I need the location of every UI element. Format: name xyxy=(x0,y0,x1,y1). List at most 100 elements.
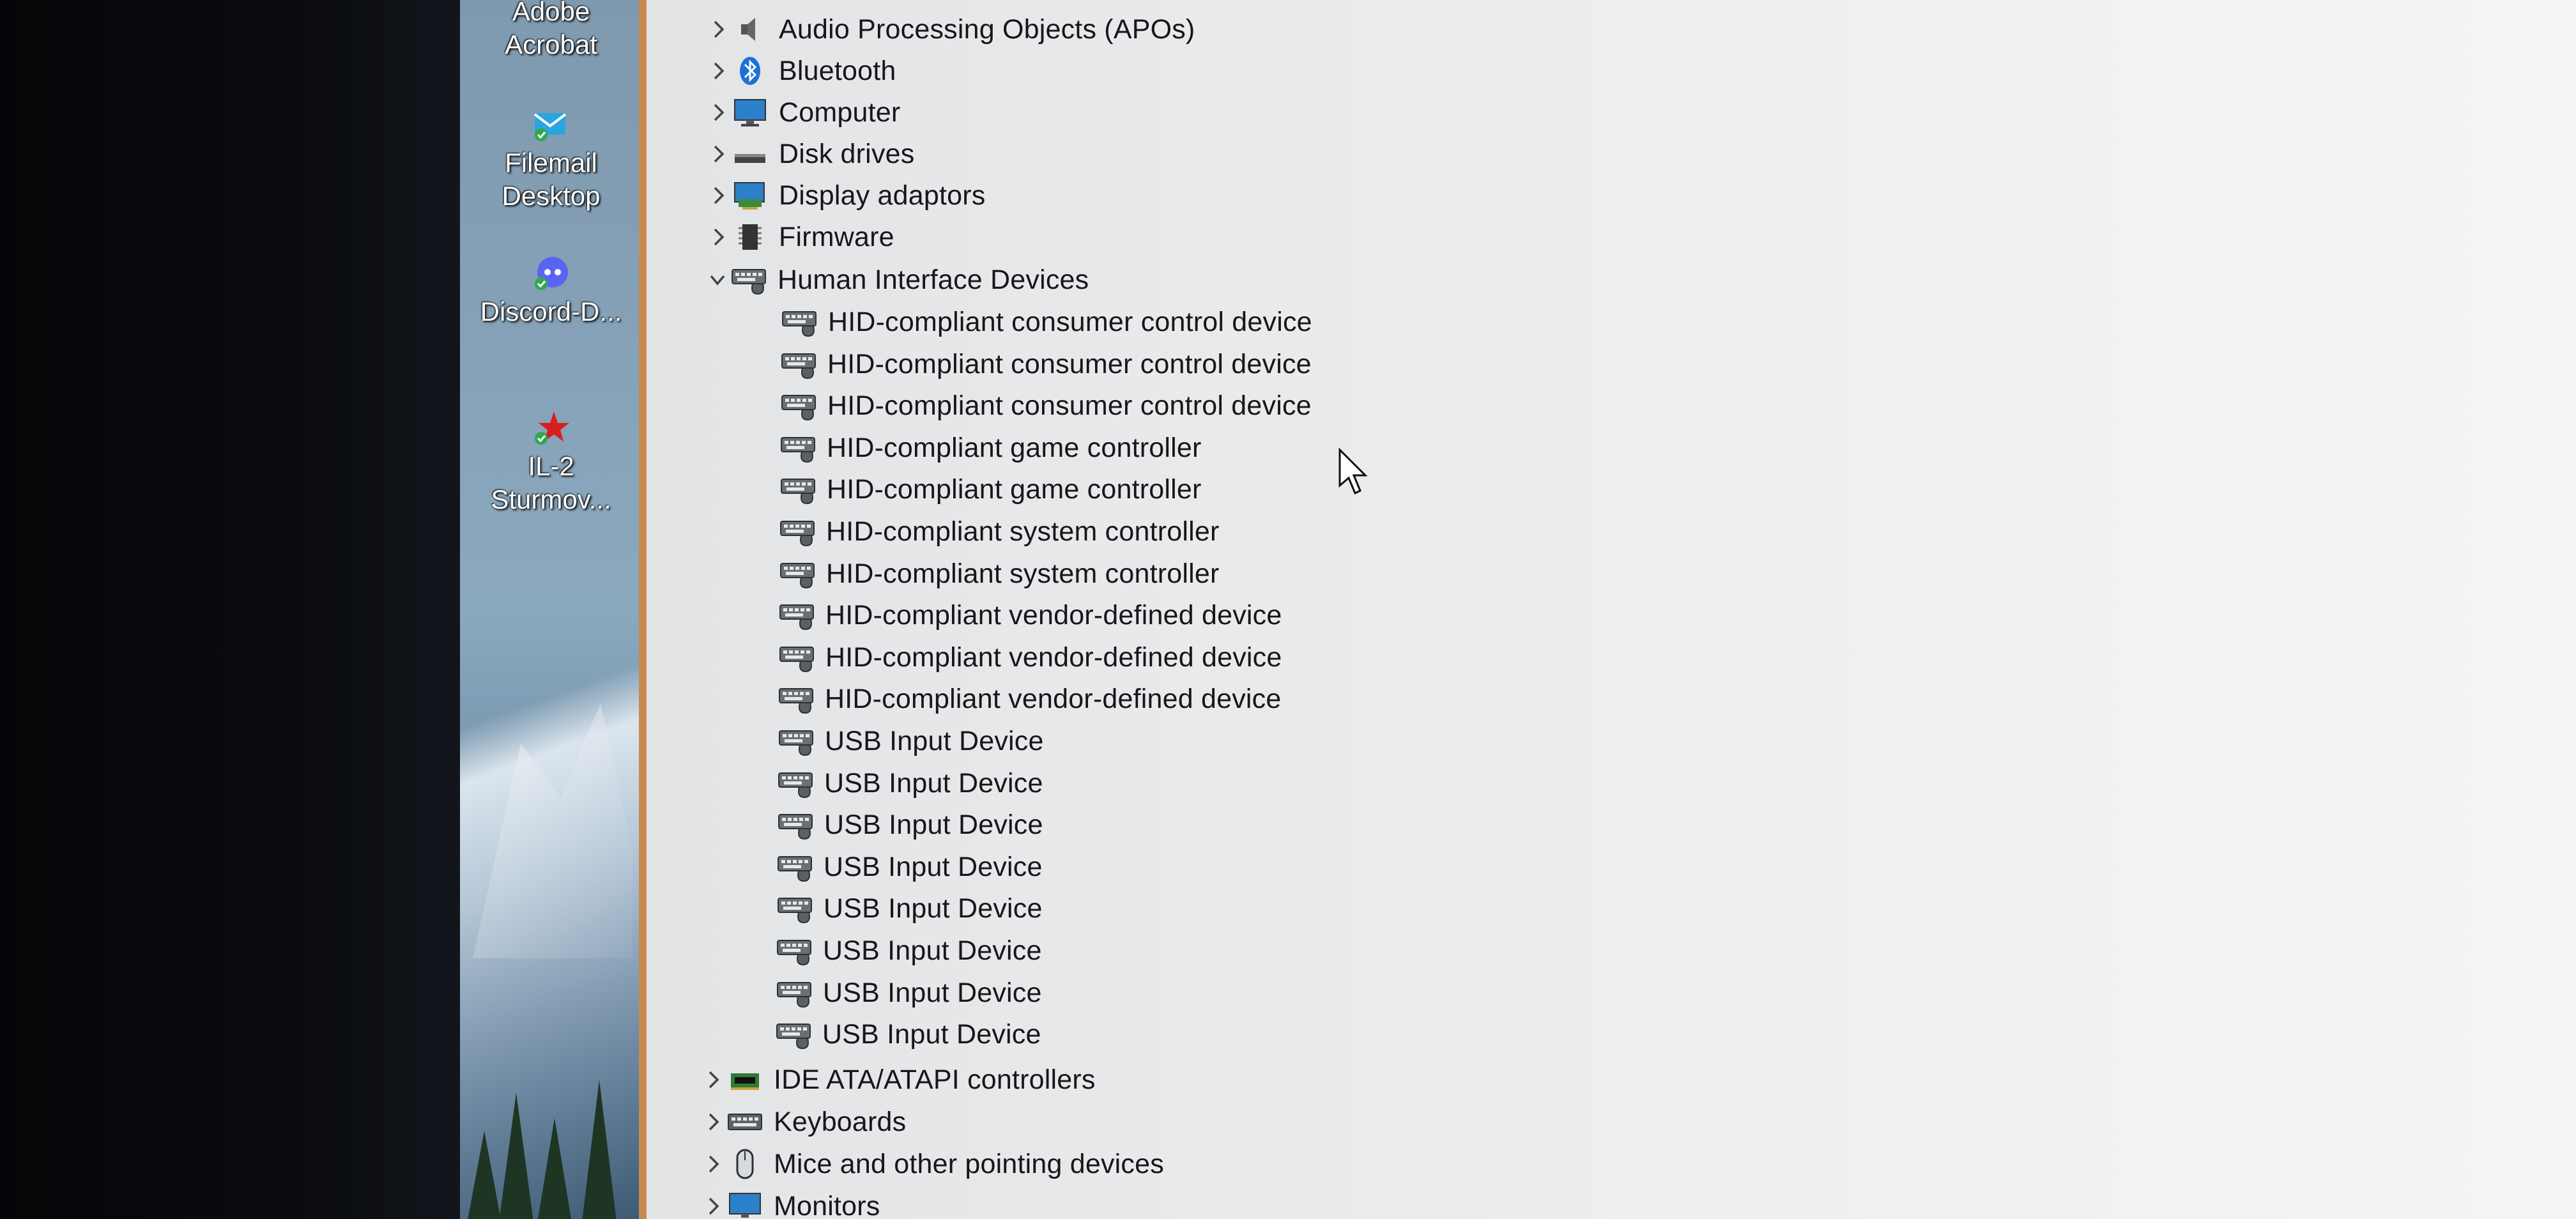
tree-item-label: Mice and other pointing devices xyxy=(774,1148,1164,1179)
hid-device-item[interactable]: USB Input Device xyxy=(776,848,1043,886)
tree-category-disk-drives[interactable]: Disk drives xyxy=(706,135,914,173)
hid-device-item[interactable]: HID-compliant consumer control device xyxy=(780,387,1312,425)
hid-device-item[interactable]: HID-compliant game controller xyxy=(779,429,1202,467)
screen-bezel xyxy=(0,0,460,1219)
hid-device-label: HID-compliant system controller xyxy=(826,558,1220,589)
hid-device-item[interactable]: USB Input Device xyxy=(776,974,1042,1012)
hid-device-item[interactable]: HID-compliant consumer control device xyxy=(780,345,1312,383)
chevron-right-icon[interactable] xyxy=(706,218,732,256)
hid-device-icon xyxy=(776,976,813,1009)
tree-category-computer[interactable]: Computer xyxy=(706,93,900,132)
hid-device-label: USB Input Device xyxy=(822,1018,1041,1050)
desktop-icon-label: Sturmov... xyxy=(491,484,611,514)
hid-device-label: USB Input Device xyxy=(823,935,1042,966)
mouse-cursor-icon xyxy=(1337,447,1369,498)
disk-drive-icon xyxy=(732,137,769,171)
chevron-right-icon[interactable] xyxy=(706,10,732,49)
tree-item-label: Display adaptors xyxy=(779,180,986,211)
desktop-icon-discord[interactable]: Discord-D... xyxy=(460,254,642,328)
device-manager-tree: Audio Processing Objects (APOs) Bluetoot… xyxy=(647,0,2576,1219)
tree-item-label: Keyboards xyxy=(774,1106,907,1137)
hid-device-label: USB Input Device xyxy=(824,809,1043,840)
tree-item-label: Bluetooth xyxy=(779,55,896,86)
monitor-icon xyxy=(732,96,769,129)
hid-device-icon xyxy=(779,431,816,464)
desktop-icon-adobe-acrobat[interactable]: Adobe Acrobat xyxy=(460,0,642,61)
hid-device-label: HID-compliant game controller xyxy=(827,473,1202,505)
hid-device-label: HID-compliant consumer control device xyxy=(828,306,1312,337)
chevron-right-icon[interactable] xyxy=(701,1145,726,1183)
hid-device-item[interactable]: HID-compliant system controller xyxy=(779,512,1220,551)
tree-category-bluetooth[interactable]: Bluetooth xyxy=(706,52,896,90)
hid-device-item[interactable]: HID-compliant system controller xyxy=(779,555,1220,593)
tree-category-monitors[interactable]: Monitors xyxy=(701,1187,880,1219)
hid-device-label: HID-compliant consumer control device xyxy=(827,348,1312,379)
desktop-icon-label: Filemail xyxy=(505,148,597,178)
hid-device-item[interactable]: HID-compliant vendor-defined device xyxy=(778,638,1282,677)
hid-device-label: HID-compliant consumer control device xyxy=(827,390,1312,421)
hid-device-icon xyxy=(778,641,815,674)
tree-category-firmware[interactable]: Firmware xyxy=(706,218,894,256)
tree-category-keyboards[interactable]: Keyboards xyxy=(701,1103,906,1141)
hid-device-icon xyxy=(776,850,813,884)
window-border xyxy=(639,0,647,1219)
tree-category-ide-ata-atapi-controllers[interactable]: IDE ATA/ATAPI controllers xyxy=(701,1061,1096,1099)
hid-device-label: USB Input Device xyxy=(823,977,1042,1008)
chevron-right-icon[interactable] xyxy=(701,1103,726,1141)
desktop-icon-label: Adobe xyxy=(512,0,590,26)
hid-device-icon xyxy=(779,473,816,506)
hid-device-item[interactable]: USB Input Device xyxy=(777,806,1043,844)
hid-device-icon xyxy=(780,348,817,381)
tree-category-display-adaptors[interactable]: Display adaptors xyxy=(706,176,985,215)
hid-device-label: USB Input Device xyxy=(824,851,1043,882)
hid-device-label: USB Input Device xyxy=(825,725,1044,756)
tree-item-label: Human Interface Devices xyxy=(778,264,1089,295)
hid-device-item[interactable]: USB Input Device xyxy=(777,764,1043,802)
tree-item-label: IDE ATA/ATAPI controllers xyxy=(774,1064,1096,1095)
red-star-icon xyxy=(532,409,571,447)
hid-device-label: USB Input Device xyxy=(824,767,1043,799)
hid-device-icon xyxy=(777,808,814,841)
tree-item-label: Monitors xyxy=(774,1190,880,1219)
tree-item-label: Disk drives xyxy=(779,138,915,169)
hid-device-item[interactable]: HID-compliant vendor-defined device xyxy=(778,680,1281,718)
desktop-icon-label: IL-2 xyxy=(528,451,574,481)
hid-device-label: HID-compliant system controller xyxy=(826,516,1220,547)
chevron-right-icon[interactable] xyxy=(706,176,732,215)
hid-device-icon xyxy=(781,305,818,339)
desktop-icon-il2-sturmovik[interactable]: IL-2 Sturmov... xyxy=(460,409,642,516)
chevron-right-icon[interactable] xyxy=(701,1061,726,1099)
ide-controller-icon xyxy=(726,1063,763,1096)
chevron-down-icon[interactable] xyxy=(705,261,730,299)
chevron-right-icon[interactable] xyxy=(706,93,732,132)
chevron-right-icon[interactable] xyxy=(706,135,732,173)
hid-device-item[interactable]: USB Input Device xyxy=(778,722,1044,760)
hid-device-item[interactable]: HID-compliant consumer control device xyxy=(781,303,1312,341)
tree-category-audio-processing-objects[interactable]: Audio Processing Objects (APOs) xyxy=(706,10,1195,49)
hid-device-item[interactable]: HID-compliant game controller xyxy=(779,470,1202,509)
hid-device-item[interactable]: USB Input Device xyxy=(775,1015,1041,1054)
tree-category-human-interface-devices[interactable]: Human Interface Devices xyxy=(705,261,1089,299)
tree-item-label: Audio Processing Objects (APOs) xyxy=(779,13,1195,45)
desktop-icon-label: Desktop xyxy=(502,181,601,211)
display-adapter-icon xyxy=(732,179,769,212)
tree-category-mice-and-other-pointing-devices[interactable]: Mice and other pointing devices xyxy=(701,1145,1164,1183)
hid-device-icon xyxy=(778,599,815,632)
hid-device-icon xyxy=(779,557,816,590)
desktop-background: Adobe Acrobat Filemail Desktop Discord-D… xyxy=(460,0,642,1219)
hid-device-item[interactable]: USB Input Device xyxy=(776,931,1042,970)
chevron-right-icon[interactable] xyxy=(701,1187,726,1219)
chevron-right-icon[interactable] xyxy=(706,52,732,90)
hid-device-icon xyxy=(779,515,816,548)
hid-device-item[interactable]: HID-compliant vendor-defined device xyxy=(778,596,1282,634)
desktop-icon-filemail-desktop[interactable]: Filemail Desktop xyxy=(460,105,642,213)
hid-device-icon xyxy=(775,1018,812,1051)
desktop-icon-label: Discord-D... xyxy=(480,296,622,326)
hid-device-icon xyxy=(778,724,815,758)
hid-device-label: HID-compliant vendor-defined device xyxy=(825,599,1282,631)
monitor-icon xyxy=(726,1190,763,1219)
filemail-icon xyxy=(532,105,571,144)
hid-device-label: HID-compliant vendor-defined device xyxy=(825,641,1282,673)
tree-item-label: Firmware xyxy=(779,221,894,252)
hid-device-item[interactable]: USB Input Device xyxy=(776,889,1043,928)
